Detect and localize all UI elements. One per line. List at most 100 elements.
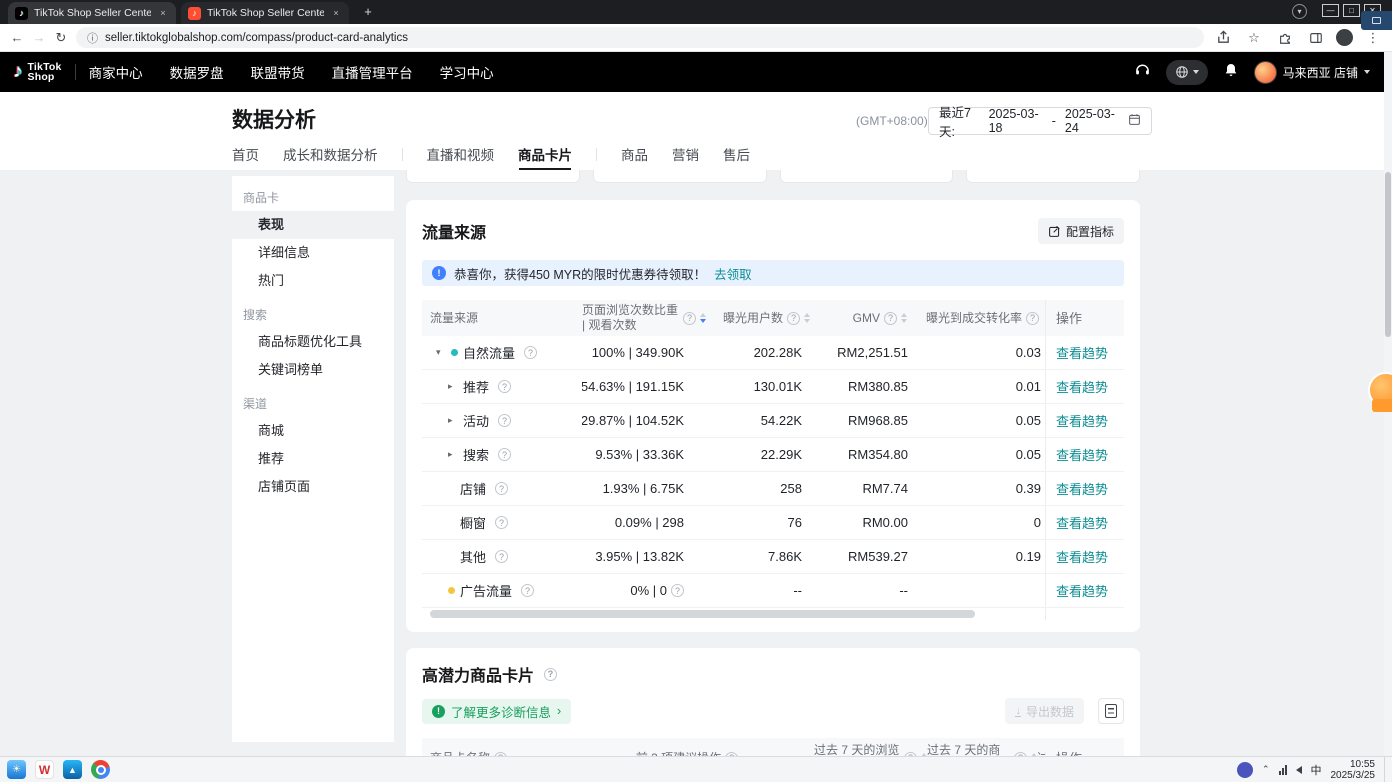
nav-item-learning-center[interactable]: 学习中心 [440, 62, 494, 82]
diagnosis-info-link[interactable]: ! 了解更多诊断信息 › [422, 699, 571, 724]
tab-marketing[interactable]: 营销 [672, 144, 699, 164]
reload-icon[interactable]: ↻ [50, 27, 72, 49]
sort-icon[interactable] [901, 313, 907, 323]
help-icon[interactable]: ? [498, 380, 511, 393]
nav-item-affiliate[interactable]: 联盟带货 [251, 62, 305, 82]
expand-caret-icon[interactable]: ▸ [448, 381, 458, 392]
configure-metrics-button[interactable]: 配置指标 [1038, 218, 1124, 244]
export-data-button[interactable]: ↓ 导出数据 [1005, 698, 1084, 724]
help-icon[interactable]: ? [498, 448, 511, 461]
forward-icon[interactable]: → [28, 27, 50, 49]
new-tab-button[interactable]: + [360, 4, 376, 20]
date-range-picker[interactable]: 最近7天: 2025-03-18 - 2025-03-24 [928, 107, 1152, 135]
sidebar-item-trending[interactable]: 热门 [232, 267, 394, 295]
browser-profile-avatar[interactable] [1336, 29, 1353, 46]
expand-caret-icon[interactable]: ▸ [448, 415, 458, 426]
help-icon[interactable]: ? [495, 482, 508, 495]
nav-item-live-platform[interactable]: 直播管理平台 [332, 62, 413, 82]
extensions-icon[interactable] [1274, 27, 1296, 49]
help-icon[interactable]: ? [671, 584, 684, 597]
window-minimize-button[interactable]: — [1322, 4, 1339, 17]
col-gmv[interactable]: GMV ? [812, 300, 917, 336]
help-icon[interactable]: ? [521, 584, 534, 597]
chrome-app-icon[interactable] [91, 760, 110, 779]
col-exposed-users[interactable]: 曝光用户数 ? [712, 300, 812, 336]
tray-expand-icon[interactable]: ⌃ [1262, 764, 1270, 775]
col-7day-impressions[interactable]: 过去 7 天的商品曝光量 ? [927, 743, 1037, 756]
claim-coupon-link[interactable]: 去领取 [714, 264, 752, 283]
expand-caret-icon[interactable]: ▸ [448, 449, 458, 460]
sort-icon[interactable] [700, 313, 706, 323]
help-icon[interactable]: ? [495, 550, 508, 563]
back-icon[interactable]: ← [6, 27, 28, 49]
help-icon[interactable]: ? [787, 312, 800, 325]
ime-indicator[interactable]: 中 [1311, 762, 1322, 778]
address-bar[interactable]: ⓘ seller.tiktokglobalshop.com/compass/pr… [76, 27, 1204, 48]
nav-item-seller-center[interactable]: 商家中心 [89, 62, 143, 82]
tray-app-icon[interactable] [1237, 762, 1253, 778]
help-icon[interactable]: ? [683, 312, 696, 325]
window-maximize-button[interactable]: □ [1343, 4, 1360, 17]
tab-growth-analytics[interactable]: 成长和数据分析 [283, 144, 378, 164]
customer-service-float[interactable] [1362, 372, 1392, 414]
users-cell: 76 [712, 506, 812, 539]
bookmark-star-icon[interactable]: ☆ [1243, 27, 1265, 49]
help-icon[interactable]: ? [524, 346, 537, 359]
wps-app-icon[interactable]: W [35, 760, 54, 779]
show-desktop-strip[interactable] [1384, 757, 1388, 782]
weather-widget-icon[interactable]: ☀ [7, 760, 26, 779]
sidebar-item-performance[interactable]: 表现 [232, 211, 394, 239]
collapse-caret-icon[interactable]: ▾ [436, 347, 446, 358]
tiktok-shop-logo[interactable]: ♪ TikTok Shop [13, 61, 62, 83]
page-scrollbar-thumb[interactable] [1385, 172, 1391, 337]
tab-product-card[interactable]: 商品卡片 [518, 144, 572, 164]
view-trend-link[interactable]: 查看趋势 [1056, 377, 1108, 396]
tab-home[interactable]: 首页 [232, 144, 259, 164]
view-trend-link[interactable]: 查看趋势 [1056, 547, 1108, 566]
sidebar-item-mall[interactable]: 商城 [232, 417, 394, 445]
col-7day-viewers[interactable]: 过去 7 天的浏览人数 ? [782, 743, 927, 756]
tab-search-icon[interactable]: ▾ [1292, 4, 1307, 19]
help-icon[interactable]: ? [498, 414, 511, 427]
sidebar-item-title-optimizer[interactable]: 商品标题优化工具 [232, 328, 394, 356]
taskbar-clock[interactable]: 10:55 2025/3/25 [1331, 759, 1376, 781]
headset-support-icon[interactable] [1134, 61, 1151, 83]
page-title: 数据分析 [232, 104, 316, 134]
notifications-bell-icon[interactable] [1223, 62, 1239, 83]
account-menu[interactable]: 马来西亚 店铺 [1254, 61, 1370, 84]
view-trend-link[interactable]: 查看趋势 [1056, 581, 1108, 600]
site-info-icon[interactable]: ⓘ [87, 30, 98, 46]
volume-icon[interactable] [1296, 766, 1302, 774]
horizontal-scrollbar-thumb[interactable] [430, 610, 975, 618]
view-trend-link[interactable]: 查看趋势 [1056, 513, 1108, 532]
language-selector[interactable] [1166, 60, 1208, 85]
browser-tab-1[interactable]: ♪ TikTok Shop Seller Center | Cr × [8, 2, 176, 24]
help-icon[interactable]: ? [495, 516, 508, 529]
help-icon[interactable]: ? [884, 312, 897, 325]
photos-app-icon[interactable]: ▲ [63, 760, 82, 779]
nav-item-data-compass[interactable]: 数据罗盘 [170, 62, 224, 82]
report-doc-button[interactable] [1098, 698, 1124, 724]
sidebar-item-details[interactable]: 详细信息 [232, 239, 394, 267]
sidebar-item-shop-page[interactable]: 店铺页面 [232, 473, 394, 501]
sort-icon[interactable] [804, 313, 810, 323]
sidebar-item-keyword-ranking[interactable]: 关键词榜单 [232, 356, 394, 384]
browser-tab-2[interactable]: ♪ TikTok Shop Seller Center | Cr × [181, 2, 349, 24]
network-icon[interactable] [1279, 765, 1287, 775]
tab-close-icon[interactable]: × [330, 7, 342, 19]
col-views-share[interactable]: 页面浏览次数比重 | 观看次数 ? [582, 300, 712, 336]
tab-aftersales[interactable]: 售后 [723, 144, 750, 164]
tab-close-icon[interactable]: × [157, 7, 169, 19]
view-trend-link[interactable]: 查看趋势 [1056, 445, 1108, 464]
view-trend-link[interactable]: 查看趋势 [1056, 479, 1108, 498]
share-icon[interactable] [1212, 27, 1234, 49]
tab-live-video[interactable]: 直播和视频 [427, 144, 495, 164]
action-cell: 查看趋势 [1045, 370, 1124, 403]
side-panel-icon[interactable] [1305, 27, 1327, 49]
tab-products[interactable]: 商品 [621, 144, 648, 164]
view-trend-link[interactable]: 查看趋势 [1056, 411, 1108, 430]
sidebar-item-recommend[interactable]: 推荐 [232, 445, 394, 473]
help-icon[interactable]: ? [1026, 312, 1039, 325]
view-trend-link[interactable]: 查看趋势 [1056, 343, 1108, 362]
help-icon[interactable]: ? [544, 668, 557, 681]
